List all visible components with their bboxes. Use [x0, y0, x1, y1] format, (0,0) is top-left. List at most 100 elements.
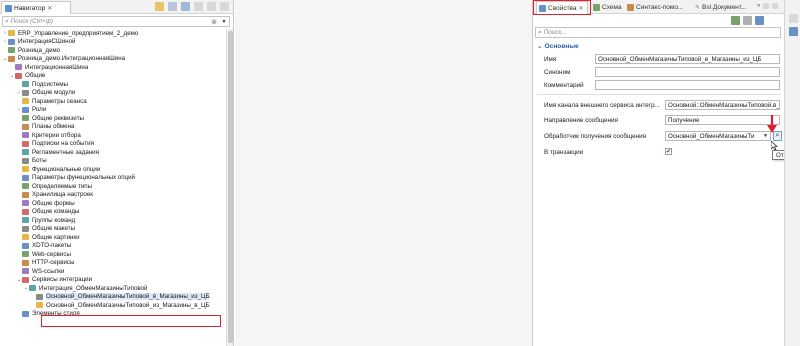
commands-icon [22, 208, 29, 215]
tab-syntax-help-label: Синтакс-помо... [636, 4, 684, 11]
separator [537, 94, 781, 95]
ws-links-icon [22, 268, 29, 275]
tree-item[interactable]: ⌄ Сервисы интеграции [0, 276, 226, 285]
forms-icon [22, 200, 29, 207]
search-input[interactable]: Поиск (Ctrl+ф) [11, 18, 53, 25]
tree-item[interactable]: › Общие модули [0, 89, 226, 98]
tree-item[interactable]: Подписки на события [0, 140, 226, 149]
maximize-icon[interactable] [772, 3, 779, 9]
handler-field[interactable]: Основной_ОбменМагазиныТи ▼ [665, 131, 771, 141]
close-icon[interactable]: ✕ [47, 5, 52, 12]
tree-item-label: Общие картинки [32, 233, 80, 241]
tree-item[interactable]: Основной_ОбменМагазиныТиповой_из_Магазин… [0, 301, 226, 310]
sort-icon[interactable] [755, 16, 764, 25]
tree-item-label: Роли [32, 106, 47, 114]
properties-tab-highlight [533, 0, 591, 15]
tab-schema-label: Схема [602, 4, 622, 11]
params-icon [22, 98, 29, 105]
tree-item[interactable]: ⌄ Розница_демо.ИнтеграционнаяШина [0, 55, 226, 64]
tab-bsl-doc[interactable]: ✎ Bsl Документ... [693, 1, 748, 14]
navigator-search[interactable]: ⌕ Поиск (Ctrl+ф) ⊗ ▼ [2, 16, 230, 27]
tree-item[interactable]: Параметры сеанса [0, 97, 226, 106]
properties-search[interactable]: ⌕ Поиск... [535, 27, 781, 38]
clear-icon[interactable]: ⊗ [210, 18, 218, 26]
transaction-checkbox[interactable]: ✔ [665, 148, 672, 155]
tree-item-label: Сервисы интеграции [32, 276, 93, 284]
new-icon[interactable] [155, 2, 164, 11]
common-icon [15, 72, 22, 79]
navigator-toolbar [155, 2, 229, 11]
right-sidebar [784, 0, 800, 346]
minimize-icon[interactable] [763, 3, 770, 9]
tree-item[interactable]: Общие формы [0, 199, 226, 208]
tree-item[interactable]: Группы команд [0, 216, 226, 225]
tree-item[interactable]: Подсистемы [0, 80, 226, 89]
outline-icon[interactable] [789, 27, 798, 36]
advanced-icon[interactable] [743, 16, 752, 25]
tree-item[interactable]: Планы обмена [0, 123, 226, 132]
tree-item-label: ИнтеграционнаяШина [25, 63, 89, 71]
tree-item[interactable]: ИнтеграционнаяШина [0, 63, 226, 72]
comment-field[interactable] [595, 80, 780, 90]
tree-item-label: Общие формы [32, 199, 75, 207]
tree-item-label: Функциональные опции [32, 165, 101, 173]
tree-item[interactable]: Регламентные задания [0, 148, 226, 157]
tree-item[interactable]: Общие картинки [0, 233, 226, 242]
section-main-title: Основные [544, 42, 579, 50]
tree-item-label: Розница_демо.ИнтеграционнаяШина [18, 55, 126, 63]
tree-item-label: ИнтеграцияСШиной [18, 38, 76, 46]
tree-item-label: Подсистемы [32, 80, 68, 88]
properties-toolbar [533, 14, 784, 26]
tree-item[interactable]: ⌄ Общие [0, 72, 226, 81]
tree-item[interactable]: Боты [0, 157, 226, 166]
tree-item[interactable]: ⌄ Интеграция_ОбменМагазиныТиповой [0, 284, 226, 293]
tree-item[interactable]: Web-сервисы [0, 250, 226, 259]
jobs-icon [22, 149, 29, 156]
tree-item[interactable]: HTTP-сервисы [0, 259, 226, 268]
tree-item-label: WS-ссылки [32, 267, 65, 275]
tree-item[interactable]: Критерии отбора [0, 131, 226, 140]
tree-item[interactable]: Общие макеты [0, 225, 226, 234]
config-icon [8, 47, 15, 54]
more-tabs-icon[interactable]: » [757, 3, 760, 9]
external-channel-field[interactable]: Основной::ОбменМагазиныТиповой.в_ [665, 100, 780, 110]
maximize-icon[interactable] [220, 2, 229, 11]
minimize-icon[interactable] [207, 2, 216, 11]
tree-item[interactable]: Определяемые типы [0, 182, 226, 191]
menu-icon[interactable] [194, 2, 203, 11]
navigator-icon [5, 4, 12, 12]
tree-item[interactable]: Общие реквизиты [0, 114, 226, 123]
tree-item[interactable]: Хранилища настроек [0, 191, 226, 200]
tab-syntax-help[interactable]: Синтакс-помо... [625, 1, 685, 14]
tree-scrollbar[interactable] [226, 29, 233, 346]
tree-item[interactable]: WS-ссылки [0, 267, 226, 276]
tree-item[interactable]: XDTO-пакеты [0, 242, 226, 251]
tree-item[interactable]: Розница_демо [0, 46, 226, 55]
collapse-icon[interactable] [181, 2, 190, 11]
tree-item-label: Интеграция_ОбменМагазиныТиповой [39, 284, 148, 292]
chevron-down-icon: ⌄ [537, 43, 543, 50]
link-icon[interactable] [168, 2, 177, 11]
restore-icon[interactable] [789, 14, 798, 23]
tree-item[interactable]: Функциональные опции [0, 165, 226, 174]
direction-field[interactable]: Получение [665, 115, 780, 125]
tree-item[interactable]: › ERP_Управление_предприятием_2_демо [0, 29, 226, 38]
tree-item[interactable]: › Роли [0, 106, 226, 115]
properties-search-input[interactable]: Поиск... [544, 29, 567, 36]
tree-item[interactable]: Основной_ОбменМагазиныТиповой_в_Магазины… [0, 293, 226, 302]
tree-item[interactable]: Общие команды [0, 208, 226, 217]
scrollbar-thumb[interactable] [228, 31, 233, 343]
chevron-down-icon[interactable]: ▼ [220, 18, 228, 26]
tree-item-label: Основной_ОбменМагазиныТиповой_из_Магазин… [46, 301, 210, 309]
categories-icon[interactable] [731, 16, 740, 25]
tab-schema[interactable]: Схема [591, 1, 624, 14]
tree-item[interactable]: › ИнтеграцияСШиной [0, 38, 226, 47]
direction-label: Направление сообщения [544, 117, 618, 124]
tree-item-label: XDTO-пакеты [32, 242, 72, 250]
command-groups-icon [22, 217, 29, 224]
name-field[interactable]: Основной_ОбменМагазиныТиповой_в_Магазины… [595, 54, 780, 64]
tab-navigator[interactable]: Навигатор ✕ [1, 1, 71, 14]
synonym-field[interactable] [595, 67, 780, 77]
tree-item[interactable]: Параметры функциональных опций [0, 174, 226, 183]
section-main[interactable]: ⌄ Основные [537, 42, 579, 51]
